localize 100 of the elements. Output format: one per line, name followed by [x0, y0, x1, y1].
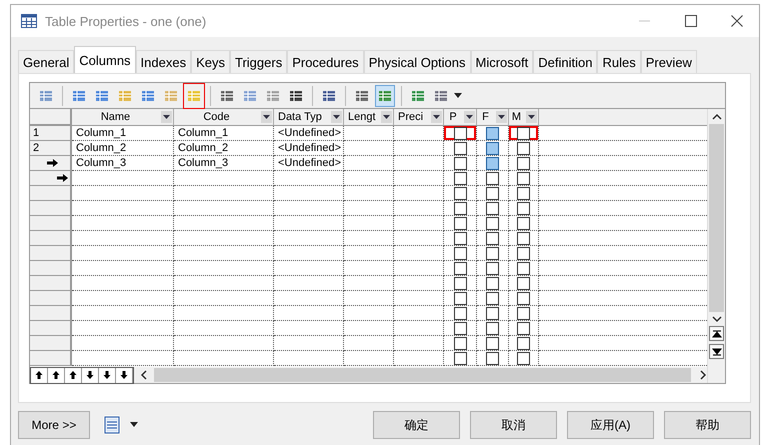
column-header[interactable]: P	[444, 109, 477, 126]
maximize-icon[interactable]	[685, 15, 697, 27]
column-header[interactable]: Preci	[394, 109, 444, 126]
scroll-bottom-icon[interactable]	[709, 344, 724, 359]
checkbox[interactable]	[486, 186, 499, 200]
checkbox[interactable]	[454, 142, 466, 154]
tab[interactable]: Indexes	[136, 50, 192, 73]
caret-icon[interactable]	[333, 115, 340, 119]
tab[interactable]: Microsoft	[470, 50, 534, 73]
caret-icon[interactable]	[263, 115, 270, 119]
checkbox[interactable]	[486, 246, 499, 260]
scroll-down-icon[interactable]	[712, 315, 722, 323]
checkbox[interactable]	[486, 216, 499, 230]
checkbox[interactable]	[486, 172, 499, 184]
cancel-button[interactable]: 取消	[470, 411, 557, 439]
caret-icon[interactable]	[498, 115, 505, 119]
checkbox[interactable]	[517, 306, 530, 320]
column-header[interactable]: Name	[72, 109, 174, 126]
ok-button[interactable]: 确定	[373, 411, 460, 439]
checkbox[interactable]	[454, 322, 466, 334]
apply-button[interactable]: 应用(A)	[567, 411, 654, 439]
checkbox[interactable]	[486, 306, 499, 320]
checkbox[interactable]	[454, 276, 466, 290]
table-cell	[344, 156, 394, 171]
column-header[interactable]: M	[509, 109, 539, 126]
caret-icon[interactable]	[466, 115, 473, 119]
checkbox[interactable]	[517, 216, 530, 230]
more-button[interactable]: More >>	[18, 411, 90, 439]
row-header[interactable]: 1	[30, 126, 72, 141]
row-header[interactable]: 2	[30, 141, 72, 156]
checkbox[interactable]	[454, 246, 466, 260]
checkbox[interactable]	[486, 322, 499, 334]
tab[interactable]: Keys	[191, 50, 230, 73]
scroll-left-icon[interactable]	[140, 370, 148, 380]
checkbox[interactable]	[517, 172, 530, 184]
checkbox[interactable]	[517, 156, 530, 170]
column-header[interactable]: Code	[174, 109, 274, 126]
checkbox[interactable]	[486, 336, 499, 350]
document-icon[interactable]	[104, 416, 120, 434]
caret-icon[interactable]	[433, 115, 440, 119]
checkbox[interactable]	[486, 276, 499, 290]
checkbox[interactable]	[517, 276, 530, 290]
help-button[interactable]: 帮助	[664, 411, 751, 439]
table-cell	[344, 291, 394, 306]
checkbox[interactable]	[486, 292, 499, 304]
column-header[interactable]: Lengt	[344, 109, 394, 126]
checkbox[interactable]	[517, 262, 530, 274]
column-header[interactable]: F	[477, 109, 509, 126]
close-icon[interactable]	[731, 15, 743, 27]
table-cell	[274, 291, 344, 306]
checkbox[interactable]	[454, 172, 466, 184]
checkbox[interactable]	[517, 246, 530, 260]
checkbox[interactable]	[454, 352, 466, 364]
tab[interactable]: Triggers	[230, 50, 288, 73]
tab[interactable]: General	[18, 50, 74, 73]
caret-icon[interactable]	[130, 422, 138, 428]
checkbox[interactable]	[517, 232, 530, 244]
checkbox[interactable]	[517, 336, 530, 350]
checkbox[interactable]	[486, 202, 499, 214]
caret-icon[interactable]	[383, 115, 390, 119]
checkbox[interactable]	[454, 336, 466, 350]
checkbox[interactable]	[517, 142, 530, 154]
checkbox[interactable]	[517, 186, 530, 200]
scroll-top-icon[interactable]	[709, 326, 724, 341]
checkbox[interactable]	[454, 202, 466, 214]
tab[interactable]: Rules	[597, 50, 641, 73]
checkbox[interactable]	[454, 186, 466, 200]
table-cell	[274, 216, 344, 231]
checkbox[interactable]	[486, 232, 499, 244]
caret-icon[interactable]	[528, 115, 535, 119]
checkbox[interactable]	[454, 216, 466, 230]
checkbox[interactable]	[454, 156, 466, 170]
table-cell	[344, 261, 394, 276]
checkbox[interactable]	[454, 306, 466, 320]
tab[interactable]: Definition	[533, 50, 598, 73]
tab[interactable]: Preview	[640, 50, 697, 73]
checkbox[interactable]	[517, 126, 530, 140]
caret-icon[interactable]	[163, 115, 170, 119]
caret-icon[interactable]	[454, 92, 462, 98]
checkbox[interactable]	[454, 262, 466, 274]
checkbox[interactable]	[517, 352, 530, 364]
tab[interactable]: Columns	[74, 46, 136, 73]
tab[interactable]: Procedures	[287, 50, 364, 73]
table-cell	[344, 276, 394, 291]
column-header[interactable]: Data Typ	[274, 109, 344, 126]
scroll-right-icon[interactable]	[699, 370, 707, 380]
checkbox[interactable]	[454, 232, 466, 244]
checkbox[interactable]	[486, 262, 499, 274]
checkbox[interactable]	[454, 126, 466, 140]
horizontal-scrollbar[interactable]	[154, 368, 691, 382]
checkbox[interactable]	[517, 202, 530, 214]
row-header[interactable]	[30, 156, 72, 171]
row-header[interactable]	[30, 171, 72, 186]
checkbox[interactable]	[486, 352, 499, 364]
checkbox[interactable]	[517, 292, 530, 304]
checkbox[interactable]	[517, 322, 530, 334]
scroll-up-icon[interactable]	[712, 113, 722, 121]
checkbox[interactable]	[454, 292, 466, 304]
tab[interactable]: Physical Options	[364, 50, 471, 73]
vertical-scrollbar[interactable]	[709, 124, 724, 312]
